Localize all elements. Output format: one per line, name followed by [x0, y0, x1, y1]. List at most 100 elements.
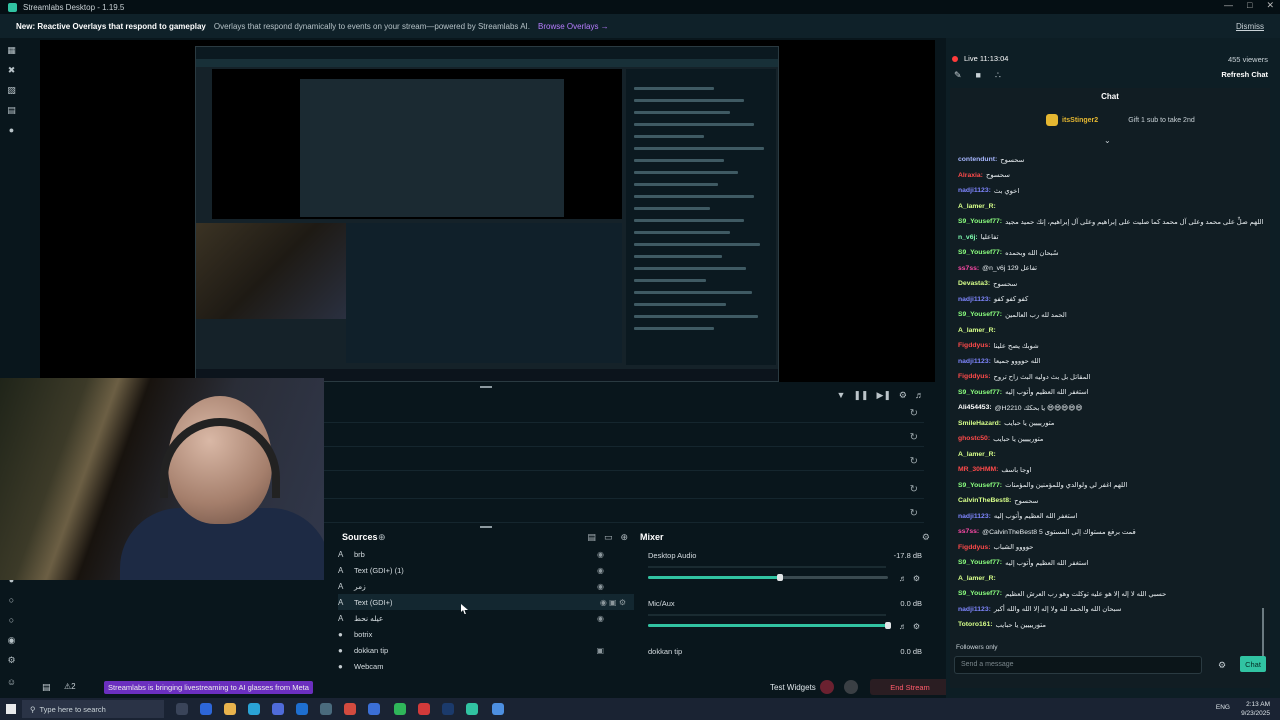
- chat-username[interactable]: Figddyus:: [958, 342, 990, 349]
- dashboard-icon[interactable]: ■: [976, 70, 981, 81]
- chat-username[interactable]: nadji1123:: [958, 606, 991, 613]
- app-icon[interactable]: [492, 703, 504, 715]
- source-item[interactable]: ● dokkan tip ▣: [338, 642, 634, 658]
- chat-send-button[interactable]: Chat: [1240, 656, 1266, 672]
- taskbar-search[interactable]: ⚲ Type here to search: [22, 700, 164, 718]
- store-icon[interactable]: [272, 703, 284, 715]
- settings-gear-icon[interactable]: ⚙: [6, 656, 17, 665]
- visibility-icon[interactable]: ◉: [597, 582, 604, 591]
- chat-username[interactable]: A_lamer_R:: [958, 203, 996, 210]
- source-item[interactable]: Abrb ◉: [338, 546, 634, 562]
- chat-input[interactable]: Send a message: [954, 656, 1202, 674]
- refresh-chat-button[interactable]: Refresh Chat: [1221, 70, 1268, 79]
- chat-username[interactable]: contendunt:: [958, 156, 997, 163]
- mail-icon[interactable]: [296, 703, 308, 715]
- test-widgets-button[interactable]: Test Widgets: [770, 683, 816, 692]
- chrome-icon[interactable]: [344, 703, 356, 715]
- chat-username[interactable]: ss7ss:: [958, 265, 979, 272]
- app-icon[interactable]: [368, 703, 380, 715]
- add-source-icon[interactable]: ⊕: [378, 532, 386, 543]
- language-indicator[interactable]: ENG: [1216, 704, 1230, 711]
- news-banner[interactable]: Streamlabs is bringing livestreaming to …: [104, 681, 313, 694]
- edge-icon[interactable]: [248, 703, 260, 715]
- end-stream-button[interactable]: End Stream: [870, 679, 950, 695]
- source-item[interactable]: A عيله نحط ◉: [338, 610, 634, 626]
- profile-icon[interactable]: ☺: [6, 678, 17, 687]
- chat-username[interactable]: ghostc50:: [958, 435, 990, 442]
- chat-username[interactable]: nadji1123:: [958, 187, 991, 194]
- apps-icon[interactable]: ●: [6, 126, 17, 135]
- browse-overlays-link[interactable]: Browse Overlays →: [538, 22, 609, 31]
- replay-icon[interactable]: ↻: [910, 484, 918, 495]
- app-icon[interactable]: [418, 703, 430, 715]
- steam-icon[interactable]: [442, 703, 454, 715]
- chat-username[interactable]: MR_30HMM:: [958, 466, 998, 473]
- chat-username[interactable]: A_lamer_R:: [958, 327, 996, 334]
- app-icon[interactable]: [320, 703, 332, 715]
- pause-icon[interactable]: ❚❚: [853, 390, 868, 401]
- chat-username[interactable]: S9_Yousef77:: [958, 482, 1002, 489]
- settings-icon[interactable]: ⚙: [899, 390, 907, 401]
- chat-username[interactable]: S9_Yousef77:: [958, 218, 1002, 225]
- mute-icon[interactable]: ♬: [899, 574, 907, 583]
- performance-icon[interactable]: ▤: [42, 682, 51, 693]
- mute-icon[interactable]: ♬: [899, 622, 907, 631]
- themes-icon[interactable]: ▤: [6, 106, 17, 115]
- channel-settings-icon[interactable]: ⚙: [913, 622, 920, 631]
- edit-icon[interactable]: ✎: [954, 70, 962, 81]
- record-button[interactable]: [820, 680, 834, 694]
- source-item[interactable]: ● Webcam: [338, 658, 634, 674]
- chat-username[interactable]: Figddyus:: [958, 544, 990, 551]
- chat-username[interactable]: Figddyus:: [958, 373, 990, 380]
- chat-username[interactable]: CalvinTheBest8:: [958, 497, 1011, 504]
- chat-username[interactable]: S9_Yousef77:: [958, 311, 1002, 318]
- streamlabs-icon[interactable]: [466, 703, 478, 715]
- tools-icon[interactable]: ✖: [6, 66, 17, 75]
- volume-slider[interactable]: [648, 574, 888, 581]
- warning-icon[interactable]: ⚠2: [64, 682, 76, 691]
- skip-icon[interactable]: ▶❚: [876, 390, 890, 401]
- chat-username[interactable]: A_lamer_R:: [958, 451, 996, 458]
- chat-username[interactable]: Alraxia:: [958, 172, 983, 179]
- lock-icon[interactable]: ▣: [596, 646, 604, 655]
- source-item[interactable]: A زمر ◉: [338, 578, 634, 594]
- channel-settings-icon[interactable]: ⚙: [913, 574, 920, 583]
- chat-username[interactable]: SmileHazard:: [958, 420, 1001, 427]
- system-clock[interactable]: 2:13 AM 9/23/2025: [1241, 700, 1270, 718]
- close-icon[interactable]: ✕: [1266, 0, 1274, 11]
- source-actions-icon[interactable]: ◉ ▣ ⚙: [600, 598, 626, 607]
- chat-username[interactable]: Ali454453:: [958, 404, 992, 411]
- minimize-icon[interactable]: —: [1224, 0, 1233, 11]
- visibility-icon[interactable]: ◉: [597, 614, 604, 623]
- chat-username[interactable]: nadji1123:: [958, 358, 991, 365]
- chat-username[interactable]: S9_Yousef77:: [958, 559, 1002, 566]
- replay-icon[interactable]: ↻: [910, 408, 918, 419]
- chat-settings-icon[interactable]: ⚙: [1218, 660, 1226, 671]
- share-icon[interactable]: ∴: [995, 70, 1001, 81]
- dismiss-link[interactable]: Dismiss: [1236, 22, 1264, 31]
- chat-username[interactable]: n_v6j:: [958, 234, 978, 241]
- maximize-icon[interactable]: □: [1247, 0, 1252, 11]
- source-item[interactable]: A Text (GDI+) (1) ◉: [338, 562, 634, 578]
- replay-icon[interactable]: ↻: [910, 456, 918, 467]
- chat-username[interactable]: A_lamer_R:: [958, 575, 996, 582]
- replay-buffer-button[interactable]: [844, 680, 858, 694]
- app-icon[interactable]: [200, 703, 212, 715]
- chat-username[interactable]: S9_Yousef77:: [958, 590, 1002, 597]
- source-item[interactable]: A Text (GDI+) ◉ ▣ ⚙: [338, 594, 634, 610]
- visibility-icon[interactable]: ◉: [597, 566, 604, 575]
- editor-icon[interactable]: ▦: [6, 46, 17, 55]
- chat-username[interactable]: nadji1123:: [958, 513, 991, 520]
- chat-username[interactable]: Totoro161:: [958, 621, 993, 628]
- add-icon[interactable]: ⊕: [620, 532, 628, 543]
- replay-icon[interactable]: ↻: [910, 508, 918, 519]
- app-icon[interactable]: [394, 703, 406, 715]
- mixer-settings-icon[interactable]: ⚙: [922, 532, 930, 543]
- file-explorer-icon[interactable]: [224, 703, 236, 715]
- highlighter-icon[interactable]: ○: [6, 616, 17, 625]
- replay-icon[interactable]: ↻: [910, 432, 918, 443]
- filter-icon[interactable]: ▼: [836, 390, 845, 401]
- trash-icon[interactable]: ▭: [604, 532, 613, 543]
- volume-icon[interactable]: ♬: [915, 390, 924, 401]
- layout-icon[interactable]: ○: [6, 596, 17, 605]
